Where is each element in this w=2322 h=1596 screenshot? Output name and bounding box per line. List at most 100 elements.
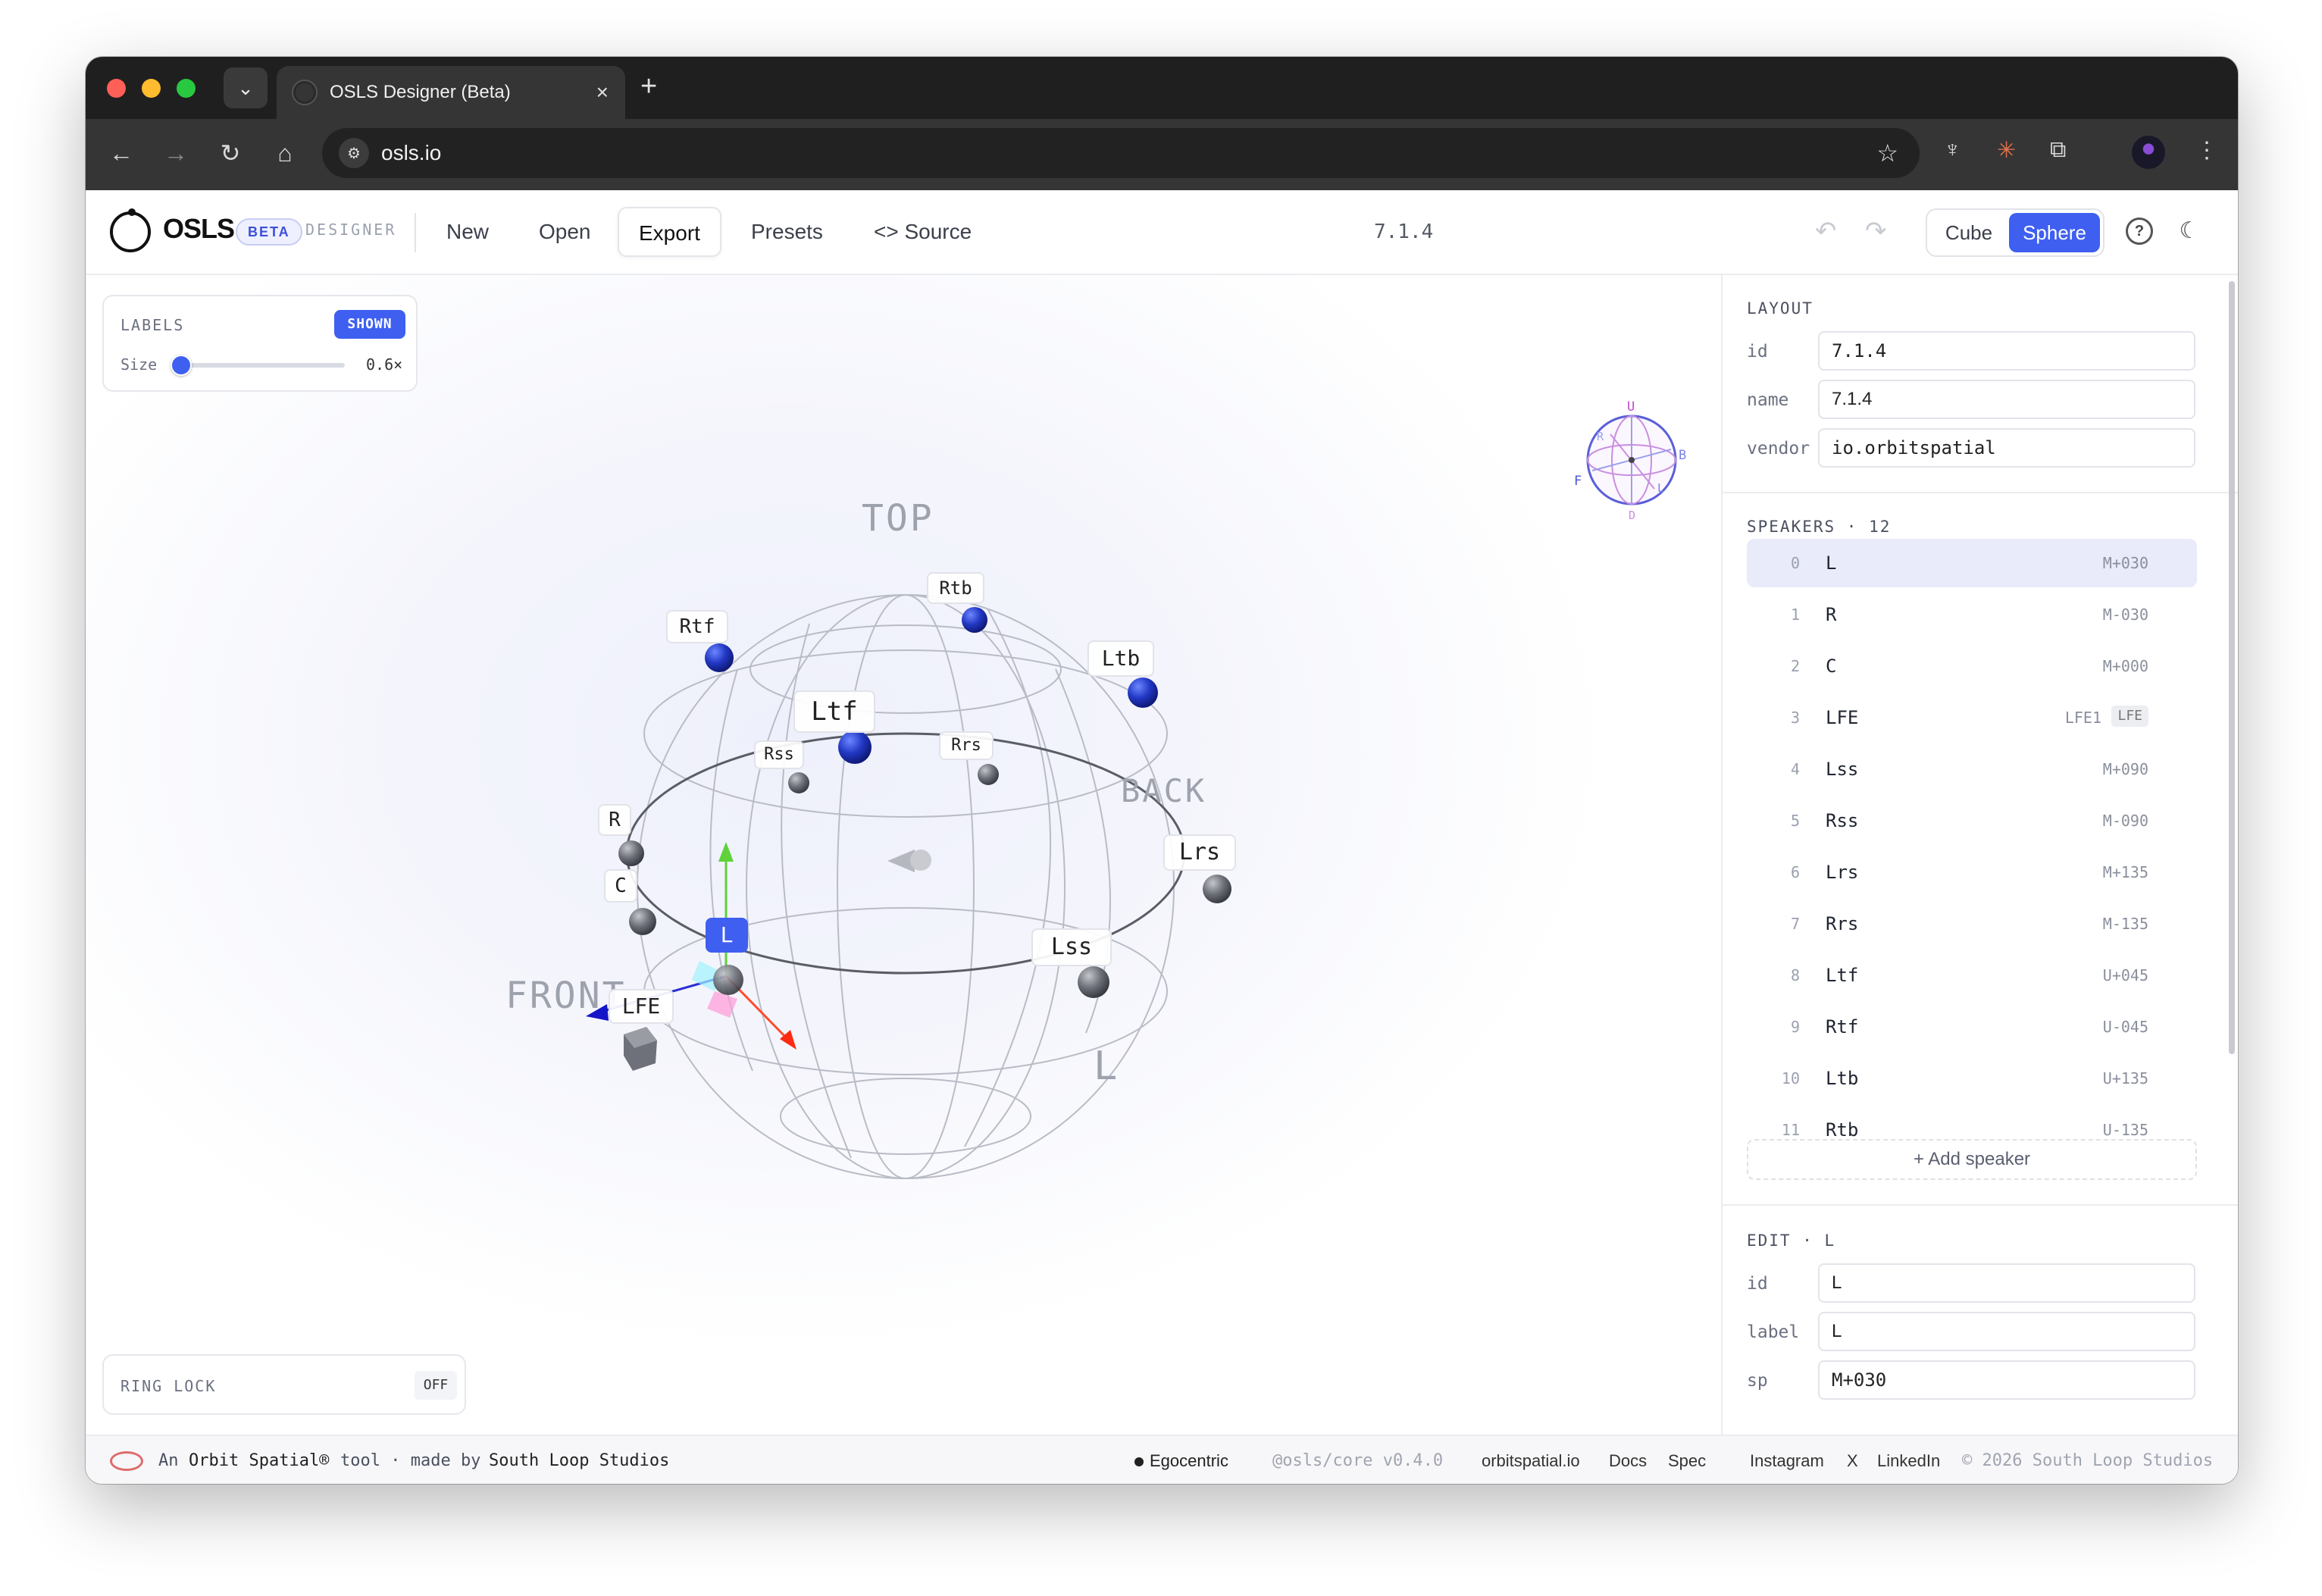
browser-menu-icon[interactable]: ⋮ [2195, 137, 2218, 164]
y-axis-arrow[interactable] [718, 842, 734, 862]
footer-mode[interactable]: Egocentric [1150, 1451, 1228, 1471]
speaker-row-rss[interactable]: 5 Rss M-090 [1747, 796, 2197, 845]
speaker-Rrs[interactable] [978, 764, 999, 785]
tab-search-button[interactable]: ⌄ [224, 67, 268, 108]
dark-mode-moon-icon[interactable]: ☾ [2176, 217, 2203, 245]
labels-shown-toggle[interactable]: SHOWN [334, 310, 405, 339]
footer-orbit-spatial[interactable]: Orbit Spatial® [189, 1451, 329, 1470]
edit-sp-field[interactable]: M+030 [1818, 1360, 2195, 1400]
speaker-row-lss[interactable]: 4 Lss M+090 [1747, 745, 2197, 793]
speaker-label-lrs[interactable]: Lrs [1163, 834, 1236, 871]
speaker-label-rtf[interactable]: Rtf [666, 610, 728, 643]
close-window-button[interactable] [107, 79, 126, 98]
sphere-view-button[interactable]: Sphere [2009, 213, 2100, 252]
profile-avatar[interactable] [2132, 136, 2165, 169]
speaker-L-sphere[interactable] [713, 965, 743, 995]
home-icon[interactable]: ⌂ [268, 136, 302, 171]
speaker-Rtf[interactable] [705, 643, 734, 672]
redo-icon[interactable]: ↷ [1865, 216, 1887, 246]
speaker-label-ltb[interactable]: Ltb [1087, 640, 1154, 677]
speaker-label-rrs[interactable]: Rrs [939, 731, 994, 760]
add-speaker-button[interactable]: + Add speaker [1747, 1139, 2197, 1180]
footer-studio-link[interactable]: South Loop Studios [489, 1451, 669, 1470]
speaker-row-rtf[interactable]: 9 Rtf U-045 [1747, 1003, 2197, 1051]
lfe-tag-badge: LFE [2111, 706, 2148, 727]
speaker-label-l-selected[interactable]: L [706, 918, 748, 953]
forward-icon[interactable]: → [158, 136, 193, 171]
speaker-Lss[interactable] [1078, 966, 1109, 998]
ring-lock-toggle[interactable]: OFF [415, 1371, 457, 1400]
export-button[interactable]: Export [618, 207, 721, 257]
undo-icon[interactable]: ↶ [1815, 216, 1837, 246]
speaker-sphere-scene[interactable] [86, 275, 1721, 1435]
name-label: name [1747, 390, 1789, 410]
extension-icon[interactable]: ♆ [1944, 137, 1961, 163]
speaker-row-rrs[interactable]: 7 Rrs M-135 [1747, 900, 2197, 948]
tab-strip: ⌄ OSLS Designer (Beta) × + [86, 57, 2238, 119]
speaker-R[interactable] [618, 840, 644, 866]
speaker-position-code: M+000 [2102, 657, 2148, 675]
sidebar-scrollbar[interactable] [2229, 281, 2235, 1054]
speaker-label-lss[interactable]: Lss [1031, 928, 1112, 966]
speaker-row-lfe[interactable]: 3 LFE LFE1 LFE [1747, 693, 2197, 742]
cube-view-button[interactable]: Cube [1932, 213, 2006, 252]
sphere-viewport[interactable]: U B F R L D TOP BACK FRONT L Rtb Rtf Ltb… [86, 275, 1721, 1435]
speaker-label-r[interactable]: R [598, 804, 631, 836]
speaker-index: 7 [1790, 915, 1800, 933]
speaker-row-l[interactable]: 0 L M+030 [1747, 539, 2197, 587]
presets-button[interactable]: Presets [731, 207, 843, 257]
address-bar[interactable]: ⚙ osls.io ☆ [322, 128, 1920, 178]
edit-id-field[interactable]: L [1818, 1263, 2195, 1303]
claude-extension-icon[interactable]: ✳ [1997, 137, 2016, 164]
speaker-row-ltf[interactable]: 8 Ltf U+045 [1747, 951, 2197, 1000]
speaker-C[interactable] [629, 908, 656, 935]
footer-link-linkedin[interactable]: LinkedIn [1877, 1451, 1940, 1471]
footer-link-orbitspatial[interactable]: orbitspatial.io [1482, 1451, 1580, 1471]
label-size-slider-thumb[interactable] [171, 355, 192, 376]
close-tab-icon[interactable]: × [596, 80, 609, 105]
speaker-row-ltb[interactable]: 10 Ltb U+135 [1747, 1054, 2197, 1103]
footer-link-docs[interactable]: Docs [1609, 1451, 1647, 1471]
speaker-label-ltf[interactable]: Ltf [793, 690, 875, 733]
speaker-name: Rtb [1826, 1119, 1859, 1141]
speaker-label-rss[interactable]: Rss [754, 740, 804, 769]
new-button[interactable]: New [427, 207, 509, 257]
source-label: Source [904, 220, 972, 243]
back-icon[interactable]: ← [104, 136, 139, 171]
bookmark-star-icon[interactable]: ☆ [1876, 139, 1898, 167]
layout-name-field[interactable]: 7.1.4 [1818, 380, 2195, 419]
browser-tab[interactable]: OSLS Designer (Beta) × [277, 66, 625, 119]
open-button[interactable]: Open [519, 207, 611, 257]
speaker-row-lrs[interactable]: 6 Lrs M+135 [1747, 848, 2197, 897]
speaker-Rss[interactable] [788, 772, 809, 793]
footer-link-x[interactable]: X [1847, 1451, 1858, 1471]
speaker-Lrs[interactable] [1203, 875, 1231, 903]
axis-label-back: BACK [1121, 772, 1207, 809]
minimize-window-button[interactable] [142, 79, 161, 98]
label-size-slider-track[interactable] [178, 363, 345, 368]
maximize-window-button[interactable] [177, 79, 196, 98]
layout-caption: LAYOUT [1747, 299, 1813, 318]
footer-link-instagram[interactable]: Instagram [1750, 1451, 1824, 1471]
footer-tagline-prefix: An [158, 1451, 179, 1470]
layout-vendor-field[interactable]: io.orbitspatial [1818, 428, 2195, 468]
extensions-puzzle-icon[interactable]: ⧉ [2050, 137, 2066, 163]
speaker-name: Rrs [1826, 913, 1859, 934]
speaker-label-rtb[interactable]: Rtb [927, 572, 984, 604]
speaker-row-c[interactable]: 2 C M+000 [1747, 642, 2197, 690]
footer-link-spec[interactable]: Spec [1668, 1451, 1706, 1471]
speaker-Ltf[interactable] [838, 731, 872, 764]
site-info-icon[interactable]: ⚙ [339, 138, 369, 168]
speaker-label-c[interactable]: C [604, 869, 637, 903]
edit-label-field[interactable]: L [1818, 1312, 2195, 1351]
speaker-Rtb[interactable] [962, 607, 987, 633]
speaker-row-r[interactable]: 1 R M-030 [1747, 590, 2197, 639]
url-text[interactable]: osls.io [381, 141, 441, 165]
speaker-Ltb[interactable] [1128, 678, 1158, 708]
speaker-label-lfe[interactable]: LFE [609, 989, 674, 1024]
reload-icon[interactable]: ↻ [213, 136, 248, 171]
new-tab-icon[interactable]: + [640, 70, 657, 103]
source-button[interactable]: <> Source [854, 207, 991, 257]
help-icon[interactable]: ? [2126, 217, 2153, 245]
layout-id-field[interactable]: 7.1.4 [1818, 331, 2195, 371]
